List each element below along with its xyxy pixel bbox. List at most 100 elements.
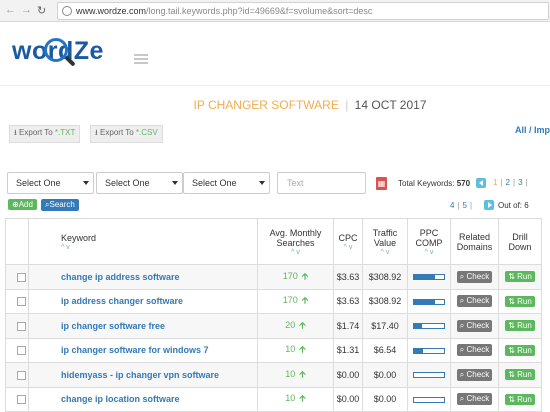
ppc-column-header[interactable]: PPC COMP ^ v <box>407 218 451 265</box>
run-drilldown-button[interactable]: ⇅ Run <box>505 393 535 405</box>
traffic-value-cell: $308.92 <box>362 264 408 290</box>
related-cell: ⌕ Check <box>450 337 499 363</box>
check-domains-button[interactable]: ⌕ Check <box>456 393 493 406</box>
cpc-cell: $1.74 <box>333 313 363 339</box>
globe-icon <box>62 6 72 16</box>
sort-arrows-icon[interactable]: ^ v <box>258 249 333 256</box>
run-drilldown-button[interactable]: ⇅ Run <box>505 369 535 381</box>
filter-select-2[interactable]: Select One <box>96 172 183 194</box>
menu-icon[interactable] <box>134 54 148 66</box>
searches-cell: 10 🡩 <box>257 337 334 363</box>
search-volume: 170 <box>282 295 298 306</box>
page-link[interactable]: 3 <box>518 178 522 187</box>
traffic-value-cell: $6.54 <box>362 337 408 363</box>
row-select-cell <box>5 337 29 363</box>
export-csv-button[interactable]: ⭳ Export To *.CSV <box>90 125 163 143</box>
related-cell: ⌕ Check <box>450 313 499 339</box>
download-icon: ⭳ <box>95 128 98 137</box>
keyword-link[interactable]: ip changer software free <box>28 313 258 339</box>
ppc-comp-bar <box>413 372 445 379</box>
search-icon: ⌕ <box>459 296 465 306</box>
run-drilldown-button[interactable]: ⇅ Run <box>505 344 535 356</box>
back-arrow-icon[interactable]: ← <box>5 4 16 16</box>
title-keyword: IP CHANGER SOFTWARE <box>193 98 339 112</box>
all-import-link[interactable]: All / Impo <box>515 125 550 135</box>
row-checkbox[interactable] <box>16 395 26 405</box>
ppc-comp-bar <box>413 396 445 403</box>
arrow-up-icon: 🡩 <box>299 393 306 404</box>
run-drilldown-button[interactable]: ⇅ Run <box>505 295 535 307</box>
check-domains-button[interactable]: ⌕ Check <box>456 295 493 308</box>
sort-arrows-icon[interactable]: ^ v <box>334 244 362 251</box>
sort-arrows-icon[interactable]: ^ v <box>408 249 450 256</box>
arrow-up-icon: 🡩 <box>299 319 306 330</box>
page-link[interactable]: 2 <box>506 178 510 187</box>
title-separator: | <box>345 98 349 112</box>
keyword-column-header[interactable]: Keyword ^ v <box>28 218 258 265</box>
row-checkbox[interactable] <box>16 272 26 282</box>
forward-arrow-icon[interactable]: → <box>21 4 32 16</box>
search-volume: 10 <box>285 368 296 379</box>
search-icon: ⌕ <box>459 345 465 355</box>
prev-page-icon[interactable] <box>476 178 486 188</box>
row-checkbox[interactable] <box>16 370 26 380</box>
search-icon: ⌕ <box>459 320 465 330</box>
keyword-link[interactable]: change ip location software <box>28 386 258 412</box>
check-domains-button[interactable]: ⌕ Check <box>456 344 493 357</box>
sort-arrows-icon[interactable]: ^ v <box>61 244 257 251</box>
table-row: ip address changer software 170 🡩 $3.63 $308… <box>5 288 542 314</box>
page-link[interactable]: 5 <box>463 201 467 210</box>
traffic-value-cell: $0.00 <box>362 362 408 388</box>
pagination-top: 1 | 2 | 3 | <box>493 178 528 187</box>
sort-arrows-icon[interactable]: ^ v <box>363 249 407 256</box>
add-button[interactable]: ⊕Add <box>8 199 37 210</box>
title-date: 14 OCT 2017 <box>354 98 427 112</box>
cpc-cell: $0.00 <box>333 362 363 388</box>
ppc-comp-bar <box>413 347 445 354</box>
next-page-icon[interactable] <box>484 200 494 210</box>
filter-select-3[interactable]: Select One <box>183 172 270 194</box>
export-txt-button[interactable]: ⭳ Export To *.TXT <box>9 125 81 143</box>
keyword-link[interactable]: ip changer software for windows 7 <box>28 337 258 363</box>
filter-select-1[interactable]: Select One <box>7 172 94 194</box>
browser-toolbar: ← → ↻ www.wordze.com/long.tail.keywords.… <box>0 0 550 22</box>
searches-column-header[interactable]: Avg. Monthly Searches ^ v <box>257 218 334 265</box>
row-checkbox[interactable] <box>16 321 26 331</box>
traffic-column-header[interactable]: Traffic Value ^ v <box>362 218 408 265</box>
run-drilldown-button[interactable]: ⇅ Run <box>505 320 535 332</box>
drill-cell: ⇅ Run <box>498 362 542 388</box>
traffic-value-cell: $0.00 <box>362 386 408 412</box>
row-select-cell <box>5 288 29 314</box>
related-cell: ⌕ Check <box>450 362 499 388</box>
keyword-link[interactable]: ip address changer software <box>28 288 258 314</box>
keyword-table: Keyword ^ v Avg. Monthly Searches ^ v CPC ^ … <box>5 218 542 412</box>
filter-text-input[interactable]: Text <box>277 172 366 194</box>
page-link[interactable]: 4 <box>450 201 454 210</box>
table-row: ip changer software for windows 7 10 🡩 $1.3… <box>5 337 542 363</box>
pdf-icon[interactable]: ▦ <box>376 177 387 190</box>
row-select-cell <box>5 362 29 388</box>
search-volume: 170 <box>282 270 298 281</box>
ppc-comp-cell <box>407 337 451 363</box>
refresh-icon[interactable]: ↻ <box>37 4 46 17</box>
page-link-current[interactable]: 1 <box>493 178 497 187</box>
keyword-link[interactable]: hidemyass - ip changer vpn software <box>28 362 258 388</box>
keyword-link[interactable]: change ip address software <box>28 264 258 290</box>
download-icon: ⭳ <box>14 128 17 137</box>
cpc-column-header[interactable]: CPC ^ v <box>333 218 363 265</box>
search-icon: ⌕ <box>459 394 465 404</box>
ppc-comp-bar <box>413 323 445 330</box>
address-bar[interactable]: www.wordze.com/long.tail.keywords.php?id… <box>57 2 549 20</box>
select-column-header <box>5 218 29 265</box>
url-text: www.wordze.com/long.tail.keywords.php?id… <box>76 6 373 16</box>
check-domains-button[interactable]: ⌕ Check <box>456 270 493 283</box>
check-domains-button[interactable]: ⌕ Check <box>456 319 493 332</box>
check-domains-button[interactable]: ⌕ Check <box>456 368 493 381</box>
page-count: Out of: 6 <box>498 201 529 210</box>
cpc-cell: $3.63 <box>333 264 363 290</box>
row-checkbox[interactable] <box>16 346 26 356</box>
sort-icon: ⇅ <box>508 370 515 380</box>
row-checkbox[interactable] <box>16 297 26 307</box>
run-drilldown-button[interactable]: ⇅ Run <box>505 271 535 283</box>
search-button[interactable]: ⌕Search <box>41 199 79 211</box>
